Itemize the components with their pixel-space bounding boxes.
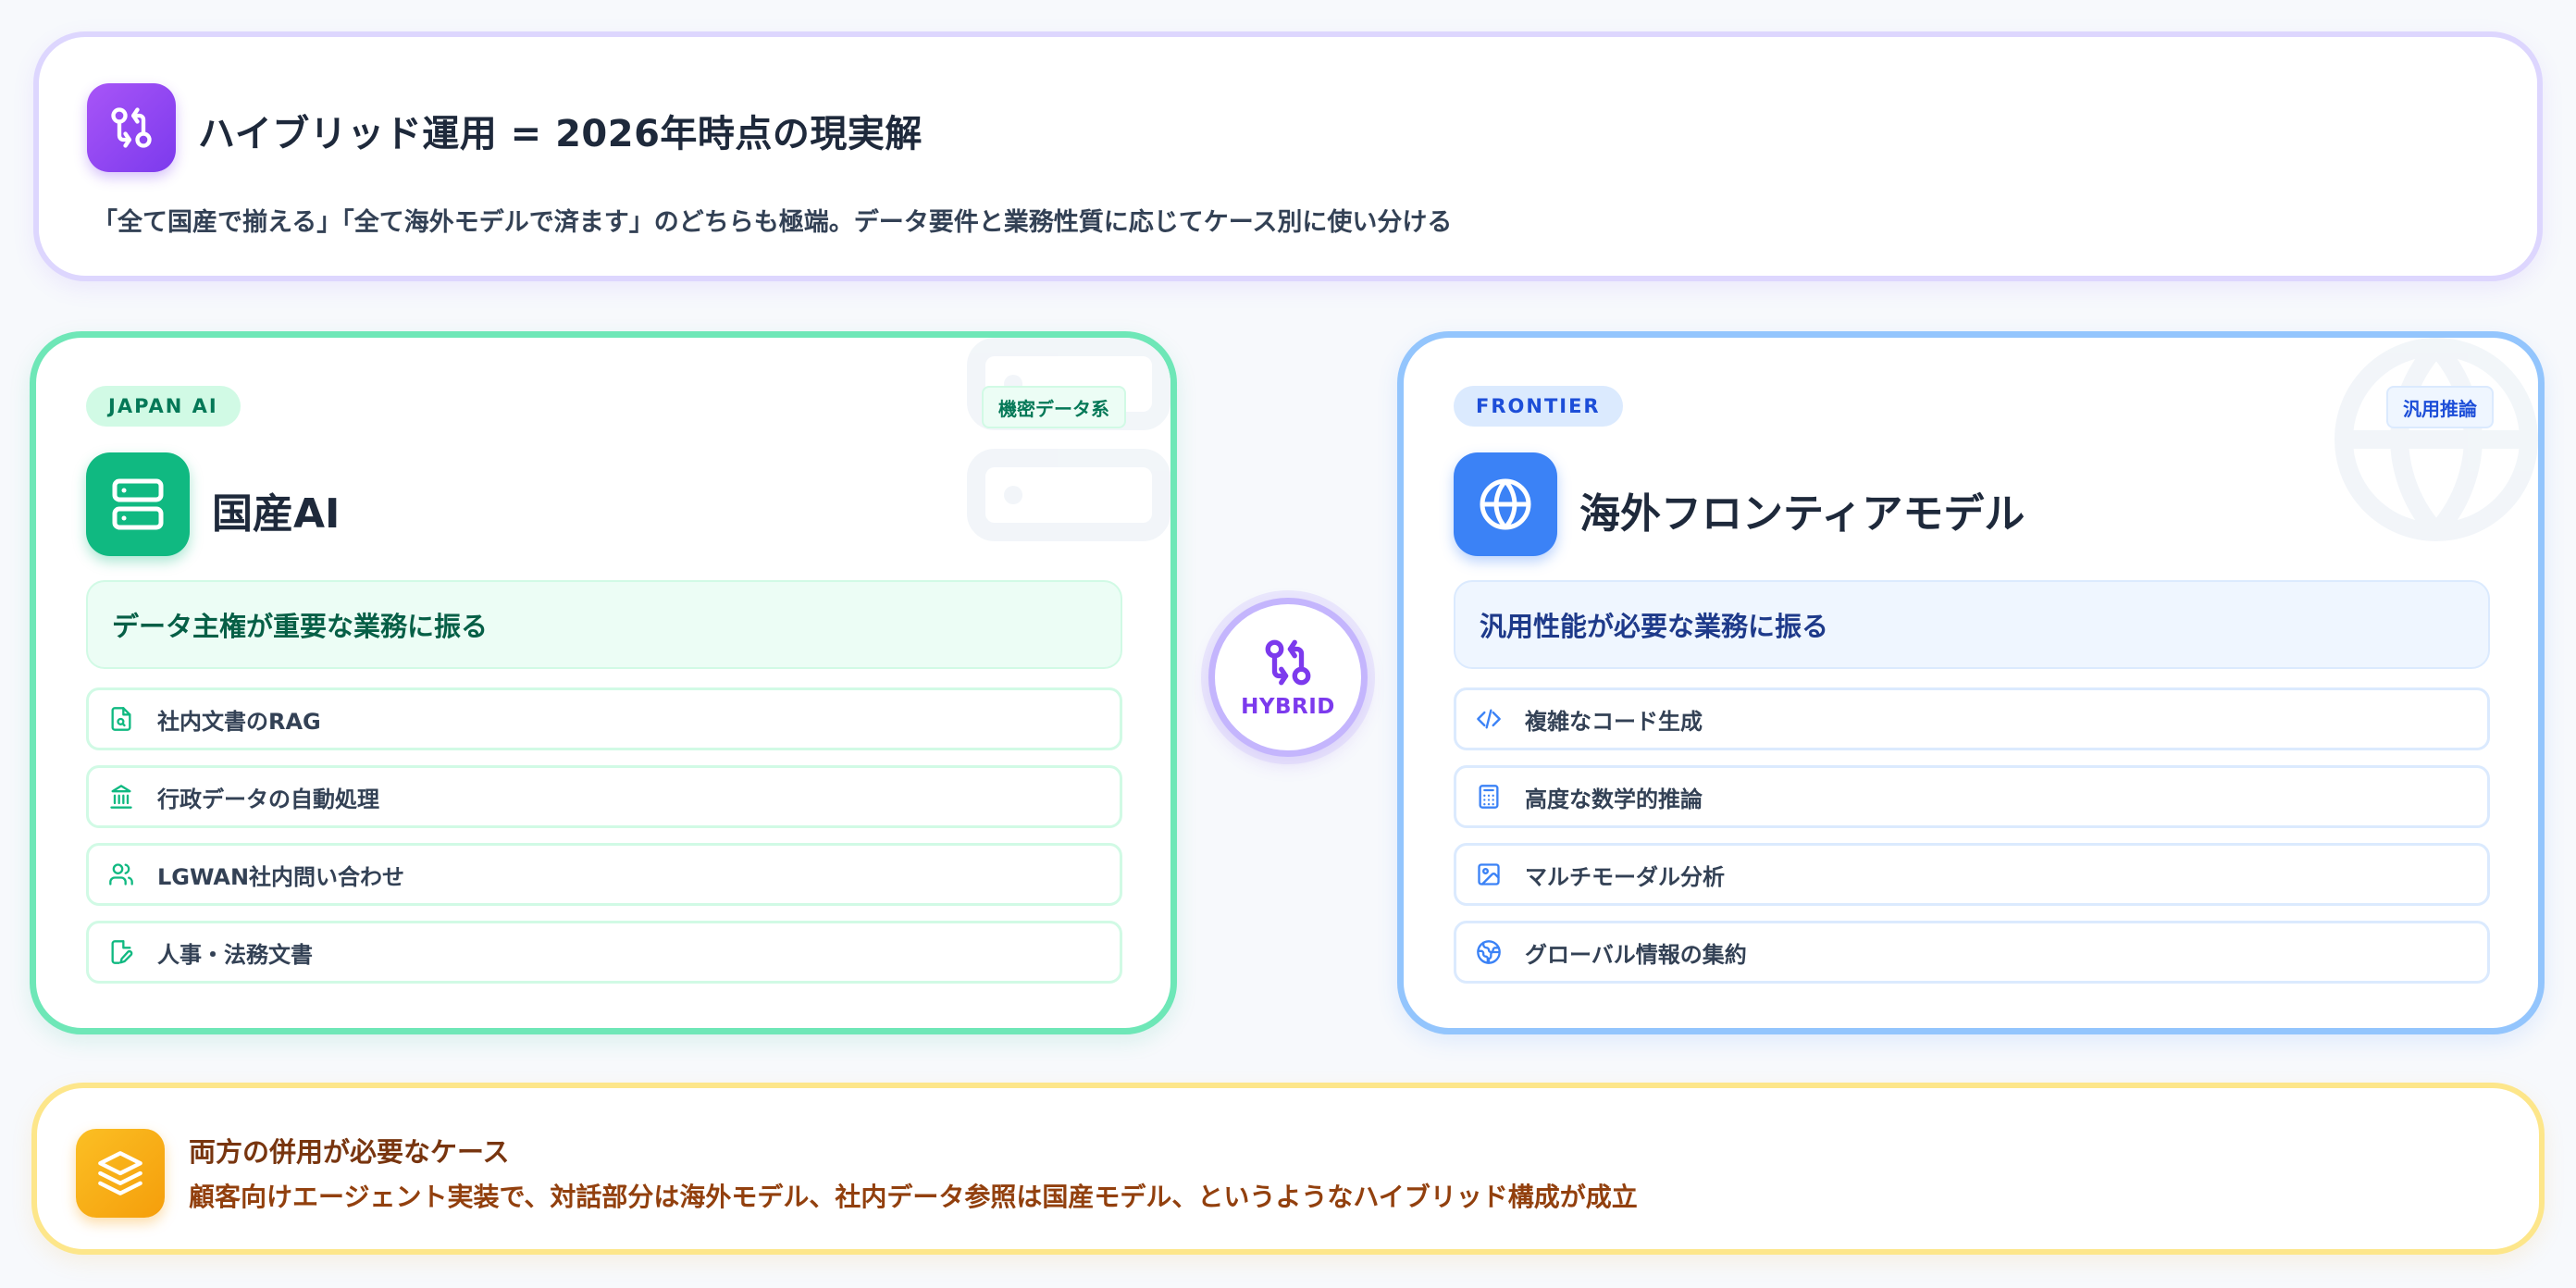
users-icon (105, 859, 137, 890)
globe-network-icon (1473, 936, 1505, 968)
list-item: 複雑なコード生成 (1454, 687, 2490, 750)
file-edit-icon (105, 936, 137, 968)
japan-role: データ主権が重要な業務に振る (86, 580, 1122, 669)
globe-icon (1454, 452, 1557, 556)
image-icon (1473, 859, 1505, 890)
list-item: マルチモーダル分析 (1454, 843, 2490, 906)
server-watermark-icon (967, 338, 1170, 541)
frontier-badge: 汎用推論 (2386, 386, 2494, 428)
frontier-role: 汎用性能が必要な業務に振る (1454, 580, 2490, 669)
list-item-label: グローバル情報の集約 (1525, 941, 1747, 968)
list-item-label: 人事・法務文書 (157, 941, 313, 968)
layers-icon (76, 1129, 165, 1218)
list-item: 行政データの自動処理 (86, 765, 1122, 828)
japan-tag: JAPAN AI (86, 386, 241, 427)
japan-ai-card: JAPAN AI 機密データ系 国産AI データ主権が重要な業務に振る 社内文書… (30, 331, 1177, 1034)
server-icon (86, 452, 190, 556)
landmark-icon (105, 781, 137, 812)
calculator-icon (1473, 781, 1505, 812)
footer-text: 顧客向けエージェント実装で、対話部分は海外モデル、社内データ参照は国産モデル、と… (189, 1182, 1638, 1212)
list-item: グローバル情報の集約 (1454, 921, 2490, 984)
page-title: ハイブリッド運用 = 2026年時点の現実解 (198, 113, 923, 155)
frontier-title: 海外フロンティアモデル (1579, 490, 2025, 538)
list-item-label: 複雑なコード生成 (1525, 708, 1703, 735)
frontier-tag: FRONTIER (1454, 386, 1623, 427)
hybrid-label: HYBRID (1241, 695, 1335, 719)
list-item-label: 社内文書のRAG (157, 708, 321, 735)
list-item: 人事・法務文書 (86, 921, 1122, 984)
list-item-label: 高度な数学的推論 (1525, 786, 1703, 812)
hybrid-connector: HYBRID (1208, 598, 1368, 757)
code-icon (1473, 703, 1505, 735)
footer-title: 両方の併用が必要なケース (189, 1136, 510, 1168)
frontier-card: FRONTIER 汎用推論 海外フロンティアモデル 汎用性能が必要な業務に振る … (1397, 331, 2545, 1034)
list-item-label: 行政データの自動処理 (157, 786, 379, 812)
header-card: ハイブリッド運用 = 2026年時点の現実解 「全て国産で揃える」「全て海外モデ… (33, 31, 2543, 281)
file-search-icon (105, 703, 137, 735)
list-item: 社内文書のRAG (86, 687, 1122, 750)
git-compare-icon (87, 83, 176, 172)
globe-watermark-icon (2334, 338, 2538, 541)
list-item-label: LGWAN社内問い合わせ (157, 863, 405, 890)
git-compare-icon (1265, 639, 1311, 686)
footer-card: 両方の併用が必要なケース 顧客向けエージェント実装で、対話部分は海外モデル、社内… (31, 1083, 2545, 1255)
list-item: 高度な数学的推論 (1454, 765, 2490, 828)
page-subtitle: 「全て国産で揃える」「全て海外モデルで済ます」のどちらも極端。データ要件と業務性… (93, 208, 1453, 237)
japan-badge: 機密データ系 (982, 386, 1126, 428)
list-item: LGWAN社内問い合わせ (86, 843, 1122, 906)
list-item-label: マルチモーダル分析 (1525, 863, 1725, 890)
japan-title: 国産AI (212, 490, 341, 538)
